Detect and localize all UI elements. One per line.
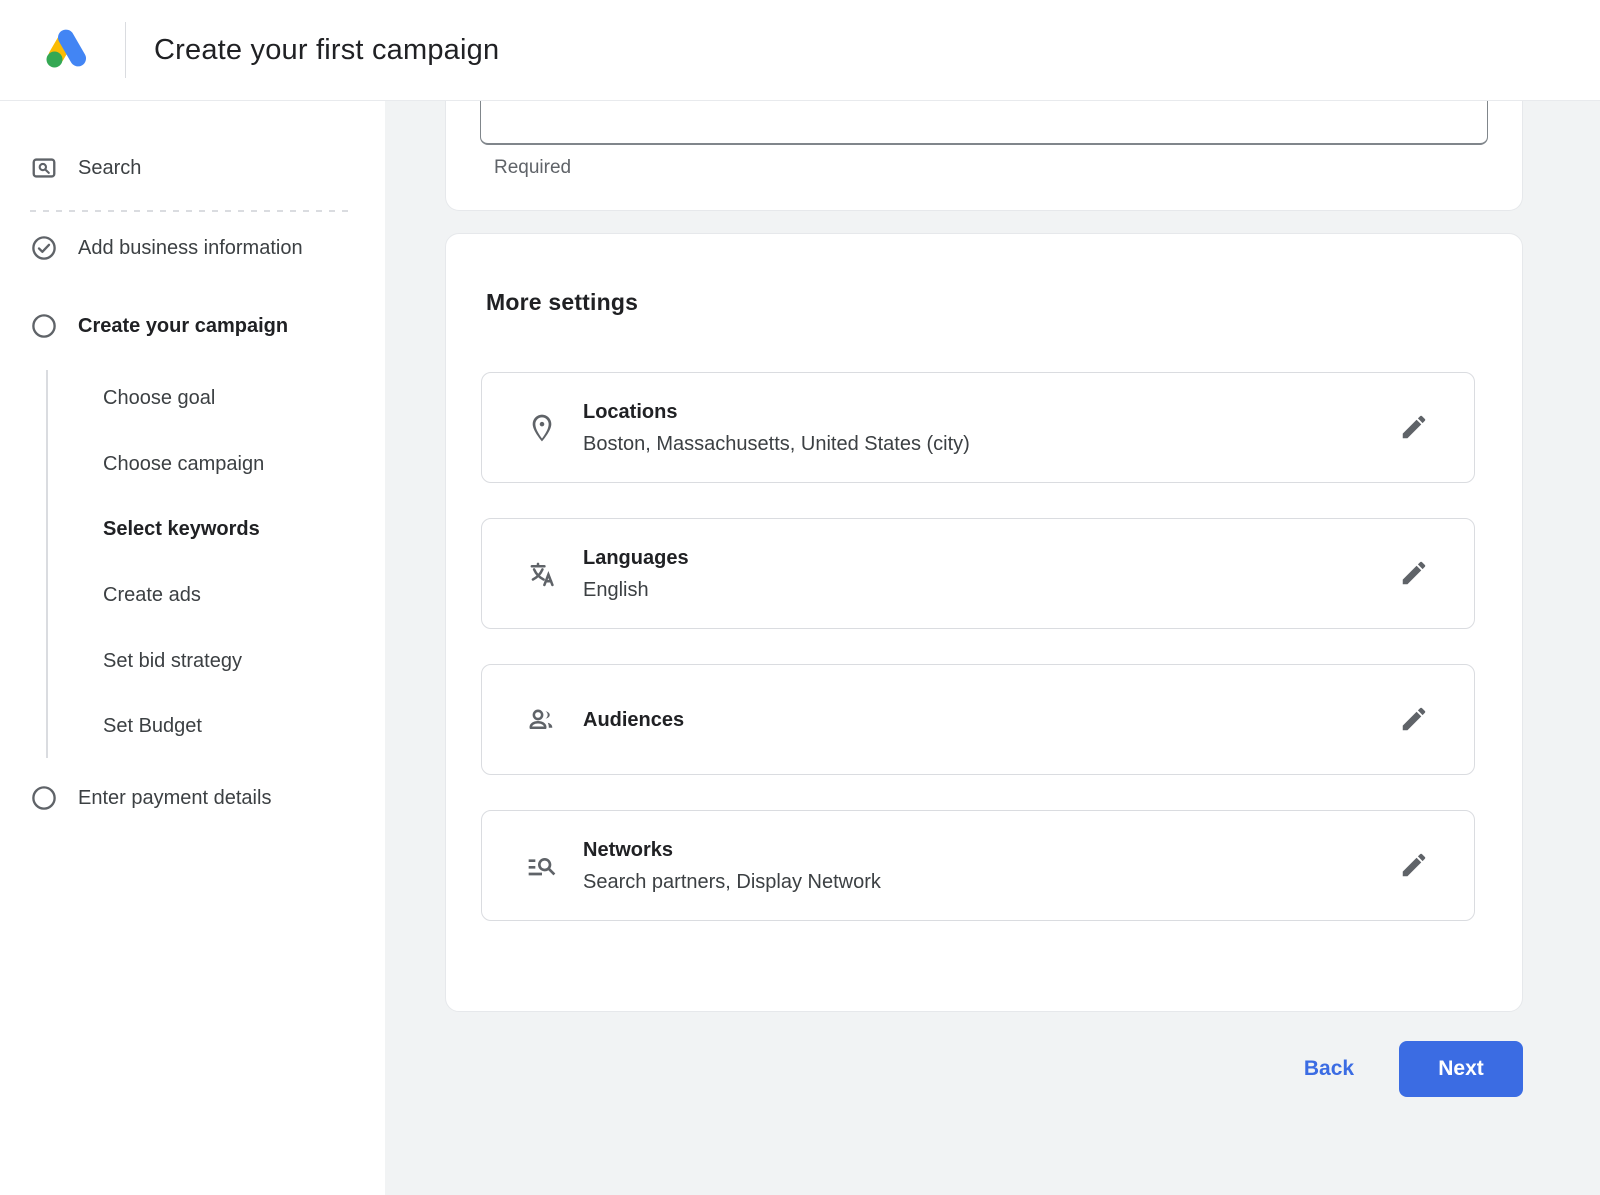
- settings-rows: Locations Boston, Massachusetts, United …: [481, 372, 1475, 956]
- row-subtitle: Boston, Massachusetts, United States (ci…: [583, 428, 970, 460]
- next-button[interactable]: Next: [1399, 1041, 1523, 1097]
- sidebar-item-label: Search: [78, 157, 141, 180]
- back-button[interactable]: Back: [1289, 1041, 1369, 1097]
- search-page-icon: [30, 154, 58, 182]
- header-divider: [125, 22, 126, 78]
- row-subtitle: English: [583, 574, 689, 606]
- sidebar-item-enter-payment-details[interactable]: Enter payment details: [30, 784, 271, 812]
- more-settings-title: More settings: [486, 289, 638, 316]
- page-title: Create your first campaign: [154, 34, 499, 67]
- more-settings-card: More settings Locations Boston, Massachu…: [445, 233, 1523, 1012]
- pencil-icon: [1399, 704, 1429, 734]
- sidebar-dashed-divider: [30, 210, 355, 212]
- sidebar-item-search: Search: [30, 154, 141, 182]
- substep-create-ads[interactable]: Create ads: [103, 580, 201, 610]
- row-title: Languages: [583, 542, 689, 574]
- substep-choose-campaign[interactable]: Choose campaign: [103, 449, 264, 479]
- sidebar-item-label: Enter payment details: [78, 787, 271, 810]
- row-title: Networks: [583, 834, 881, 866]
- edit-audiences-button[interactable]: [1398, 704, 1430, 736]
- edit-networks-button[interactable]: [1398, 850, 1430, 882]
- pencil-icon: [1399, 412, 1429, 442]
- sidebar-item-label: Add business information: [78, 237, 303, 260]
- google-ads-logo-icon: [44, 26, 92, 75]
- substep-select-keywords[interactable]: Select keywords: [103, 514, 260, 544]
- translate-icon: [526, 558, 558, 590]
- sidebar-item-label: Create your campaign: [78, 315, 288, 338]
- sidebar-item-add-business-information[interactable]: Add business information: [30, 234, 303, 262]
- row-subtitle: Search partners, Display Network: [583, 866, 881, 898]
- location-pin-icon: [526, 412, 558, 444]
- pencil-icon: [1399, 850, 1429, 880]
- edit-locations-button[interactable]: [1398, 412, 1430, 444]
- row-title: Locations: [583, 396, 970, 428]
- people-icon: [526, 704, 558, 736]
- settings-row-networks[interactable]: Networks Search partners, Display Networ…: [481, 810, 1475, 921]
- app-header: Create your first campaign: [0, 0, 1600, 101]
- required-helper-text: Required: [494, 157, 571, 179]
- settings-row-locations[interactable]: Locations Boston, Massachusetts, United …: [481, 372, 1475, 483]
- substep-set-bid-strategy[interactable]: Set bid strategy: [103, 646, 242, 676]
- stepper-sidebar: Search Add business information Create y…: [0, 101, 385, 1195]
- check-circle-icon: [30, 234, 58, 262]
- sidebar-item-create-your-campaign[interactable]: Create your campaign: [30, 312, 288, 340]
- keywords-card: Required: [445, 101, 1523, 211]
- settings-row-audiences[interactable]: Audiences: [481, 664, 1475, 775]
- settings-row-languages[interactable]: Languages English: [481, 518, 1475, 629]
- substep-choose-goal[interactable]: Choose goal: [103, 383, 215, 413]
- substep-connector-line: [46, 370, 48, 758]
- row-title: Audiences: [583, 704, 684, 736]
- search-list-icon: [526, 850, 558, 882]
- radio-circle-icon: [30, 312, 58, 340]
- pencil-icon: [1399, 558, 1429, 588]
- keywords-input[interactable]: [480, 101, 1488, 145]
- substep-set-budget[interactable]: Set Budget: [103, 711, 202, 741]
- main-content: Required More settings Locations Boston,…: [385, 101, 1600, 1195]
- radio-circle-icon: [30, 784, 58, 812]
- edit-languages-button[interactable]: [1398, 558, 1430, 590]
